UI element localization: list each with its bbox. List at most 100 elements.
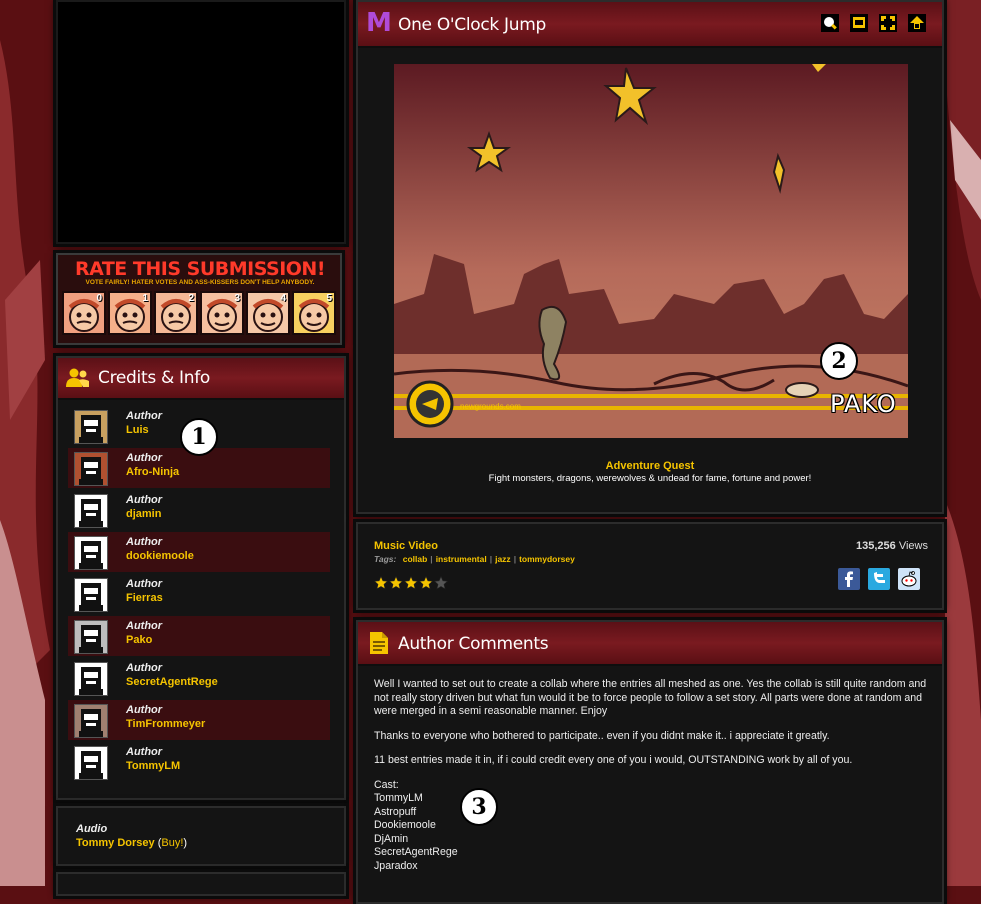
comment-paragraph: Well I wanted to set out to create a col… bbox=[374, 678, 927, 717]
author-row: Author dookiemoole bbox=[68, 532, 330, 572]
annotation-marker-2: 2 bbox=[820, 342, 858, 380]
fullscreen-icon[interactable] bbox=[879, 14, 897, 32]
author-name-link[interactable]: TommyLM bbox=[126, 760, 180, 772]
comments-body: Well I wanted to set out to create a col… bbox=[374, 678, 930, 873]
tag-separator: | bbox=[430, 554, 433, 564]
author-name-link[interactable]: SecretAgentRege bbox=[126, 676, 218, 688]
next-panel-stub bbox=[56, 872, 346, 896]
tag-separator: | bbox=[489, 554, 493, 564]
cast-item: Astropuff bbox=[374, 805, 417, 818]
author-avatar[interactable] bbox=[74, 536, 108, 570]
cast-item: Dookiemoole bbox=[374, 819, 436, 831]
author-name-link[interactable]: Luis bbox=[126, 424, 149, 436]
vote-button-3[interactable]: 3 bbox=[200, 291, 244, 335]
audio-credit: Tommy Dorsey (Buy!) bbox=[76, 837, 187, 849]
author-role: Author bbox=[126, 704, 163, 716]
credits-header: Credits & Info bbox=[58, 358, 344, 400]
tag-link[interactable]: instrumental bbox=[436, 554, 487, 564]
vote-button-0[interactable]: 0 bbox=[62, 291, 106, 335]
author-row: Author TimFrommeyer bbox=[68, 700, 330, 740]
credits-title: Credits & Info bbox=[98, 368, 211, 388]
author-row: Author djamin bbox=[68, 490, 330, 530]
star-rating bbox=[373, 575, 449, 590]
player-header: M One O'Clock Jump bbox=[358, 2, 942, 48]
author-avatar[interactable] bbox=[74, 704, 108, 738]
author-avatar[interactable] bbox=[74, 410, 108, 444]
vote-button-4[interactable]: 4 bbox=[246, 291, 290, 335]
vote-score-label: 4 bbox=[280, 293, 286, 304]
author-avatar[interactable] bbox=[74, 494, 108, 528]
view-count: 135,256 Views bbox=[856, 540, 928, 552]
rating-widget: RATE THIS SUBMISSION! VOTE FAIRLY! HATER… bbox=[56, 253, 342, 345]
rating-headline: RATE THIS SUBMISSION! bbox=[74, 258, 326, 280]
author-avatar[interactable] bbox=[74, 578, 108, 612]
author-name-link[interactable]: TimFrommeyer bbox=[126, 718, 205, 730]
watermark-text: newgrounds.com bbox=[460, 402, 521, 411]
cast-item: SecretAgentRege bbox=[374, 846, 458, 858]
star-filled-icon bbox=[388, 575, 404, 590]
info-panel: Music Video Tags: collab | instrumental | ja… bbox=[356, 522, 944, 610]
comments-panel: Author Comments Well I wanted to set out… bbox=[356, 620, 944, 904]
author-avatar[interactable] bbox=[74, 662, 108, 696]
star-filled-icon bbox=[418, 575, 434, 590]
tag-separator: | bbox=[513, 554, 517, 564]
popout-icon[interactable] bbox=[850, 14, 868, 32]
author-name-link[interactable]: Fierras bbox=[126, 592, 163, 604]
views-label: Views bbox=[898, 540, 928, 552]
ad-tagline: Fight monsters, dragons, werewolves & un… bbox=[488, 473, 812, 484]
reddit-icon[interactable] bbox=[898, 568, 920, 590]
vote-button-1[interactable]: 1 bbox=[108, 291, 152, 335]
star-empty-icon bbox=[433, 575, 449, 590]
author-role: Author bbox=[126, 620, 163, 632]
author-list: Author Luis Author Afro-Ninja Author djamin Au… bbox=[58, 406, 344, 794]
author-role: Author bbox=[126, 494, 163, 506]
movie-logo-icon: M bbox=[366, 8, 392, 38]
tags-row: Tags: collab | instrumental | jazz | tommydors… bbox=[374, 554, 575, 564]
facebook-icon[interactable] bbox=[838, 568, 860, 590]
tag-list: collab | instrumental | jazz | tommydorsey bbox=[403, 554, 575, 564]
vote-score-label: 2 bbox=[188, 293, 194, 304]
sidebar-ad-slot bbox=[56, 0, 346, 244]
comments-header: Author Comments bbox=[358, 622, 942, 666]
cast-item: Jparadox bbox=[374, 859, 418, 872]
comments-title: Author Comments bbox=[398, 634, 549, 654]
audio-artist-link[interactable]: Tommy Dorsey bbox=[76, 837, 155, 849]
author-name-link[interactable]: Afro-Ninja bbox=[126, 466, 179, 478]
tag-link[interactable]: tommydorsey bbox=[519, 554, 575, 564]
category-link[interactable]: Music Video bbox=[374, 540, 438, 552]
views-number: 135,256 bbox=[856, 540, 896, 552]
share-icon[interactable] bbox=[908, 14, 926, 32]
author-role: Author bbox=[126, 662, 163, 674]
vote-score-label: 3 bbox=[234, 293, 240, 304]
author-avatar[interactable] bbox=[74, 620, 108, 654]
search-icon[interactable] bbox=[821, 14, 839, 32]
annotation-marker-3: 3 bbox=[460, 788, 498, 826]
author-row: Author Fierras bbox=[68, 574, 330, 614]
author-row: Author SecretAgentRege bbox=[68, 658, 330, 698]
vote-faces: 0 1 2 3 4 5 bbox=[62, 291, 338, 337]
movie-frame[interactable]: newgrounds.com PAKO bbox=[394, 64, 908, 438]
vote-score-label: 0 bbox=[96, 293, 102, 304]
twitter-icon[interactable] bbox=[868, 568, 890, 590]
author-avatar[interactable] bbox=[74, 452, 108, 486]
author-role: Author bbox=[126, 410, 163, 422]
tag-link[interactable]: collab bbox=[403, 554, 428, 564]
vote-score-label: 1 bbox=[142, 293, 148, 304]
audio-label: Audio bbox=[76, 823, 108, 835]
author-role: Author bbox=[126, 536, 163, 548]
author-name-link[interactable]: djamin bbox=[126, 508, 161, 520]
tag-link[interactable]: jazz bbox=[495, 554, 511, 564]
ad-title-link[interactable]: Adventure Quest bbox=[358, 460, 942, 472]
signature-text: PAKO bbox=[830, 390, 897, 418]
cast-item: DjAmin bbox=[374, 832, 409, 845]
vote-button-2[interactable]: 2 bbox=[154, 291, 198, 335]
audio-panel: Audio Tommy Dorsey (Buy!) bbox=[56, 806, 346, 866]
comment-paragraph: 11 best entries made it in, if i could c… bbox=[374, 754, 853, 766]
vote-button-5[interactable]: 5 bbox=[292, 291, 336, 335]
author-name-link[interactable]: Pako bbox=[126, 634, 152, 646]
author-name-link[interactable]: dookiemoole bbox=[126, 550, 194, 562]
player-panel: M One O'Clock Jump newgrounds.com PAKO A… bbox=[356, 0, 944, 514]
author-role: Author bbox=[126, 746, 163, 758]
author-avatar[interactable] bbox=[74, 746, 108, 780]
buy-link[interactable]: Buy! bbox=[161, 837, 183, 849]
